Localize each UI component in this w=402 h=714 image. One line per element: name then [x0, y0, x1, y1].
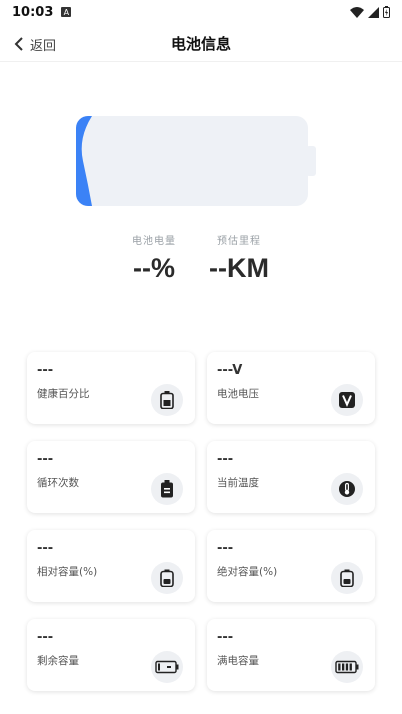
card-value: ---: [217, 630, 234, 645]
wifi-icon: [350, 6, 364, 18]
battery-body: [76, 116, 308, 206]
battery-capacity-icon: [151, 562, 183, 594]
thermometer-icon: [331, 473, 363, 505]
stat-battery-level: 电池电量 --%: [118, 232, 190, 284]
card-battery-voltage[interactable]: ---V 电池电压: [207, 352, 375, 424]
chevron-left-icon: [14, 37, 23, 51]
card-value: ---: [37, 630, 54, 645]
battery-cycle-icon: [151, 473, 183, 505]
card-health-percent[interactable]: --- 健康百分比: [27, 352, 195, 424]
card-value: ---: [37, 541, 54, 556]
stat-value: --%: [133, 253, 175, 283]
stat-value: --KM: [209, 253, 269, 283]
card-label: 循环次数: [37, 477, 79, 489]
card-current-temperature[interactable]: --- 当前温度: [207, 441, 375, 513]
card-label: 绝对容量(%): [217, 566, 278, 578]
stat-label: 电池电量: [132, 236, 176, 247]
battery-status-icon: [383, 6, 390, 18]
battery-health-icon: [151, 384, 183, 416]
status-icons: [350, 6, 390, 18]
back-label: 返回: [30, 38, 57, 54]
card-value: ---: [37, 363, 54, 378]
app-header: 返回 电池信息: [0, 26, 402, 62]
notification-icon: A: [61, 7, 72, 17]
card-label: 健康百分比: [37, 388, 90, 400]
battery-terminal: [306, 146, 316, 176]
card-full-capacity[interactable]: --- 满电容量: [207, 619, 375, 691]
card-label: 剩余容量: [37, 655, 79, 667]
battery-stats: 电池电量 --% 预估里程 --KM: [0, 232, 402, 292]
card-remaining-capacity[interactable]: --- 剩余容量: [27, 619, 195, 691]
battery-capacity-icon: [331, 562, 363, 594]
card-value: ---: [217, 452, 234, 467]
card-value: ---: [217, 541, 234, 556]
card-label: 电池电压: [217, 388, 259, 400]
card-value: ---V: [217, 363, 243, 378]
page-title: 电池信息: [170, 35, 231, 53]
card-label: 满电容量: [217, 655, 259, 667]
battery-graphic: [76, 116, 318, 208]
battery-remaining-icon: [151, 651, 183, 683]
card-value: ---: [37, 452, 54, 467]
battery-full-icon: [331, 651, 363, 683]
signal-icon: [368, 6, 379, 18]
stat-estimated-range: 预估里程 --KM: [198, 232, 280, 284]
card-label: 相对容量(%): [37, 566, 98, 578]
card-absolute-capacity[interactable]: --- 绝对容量(%): [207, 530, 375, 602]
card-relative-capacity[interactable]: --- 相对容量(%): [27, 530, 195, 602]
card-cycle-count[interactable]: --- 循环次数: [27, 441, 195, 513]
status-bar: 10:03 A: [0, 0, 402, 24]
status-time: 10:03: [12, 4, 54, 20]
card-label: 当前温度: [217, 477, 259, 489]
voltage-icon: [331, 384, 363, 416]
back-button[interactable]: 返回: [14, 26, 56, 62]
stat-label: 预估里程: [217, 236, 261, 247]
